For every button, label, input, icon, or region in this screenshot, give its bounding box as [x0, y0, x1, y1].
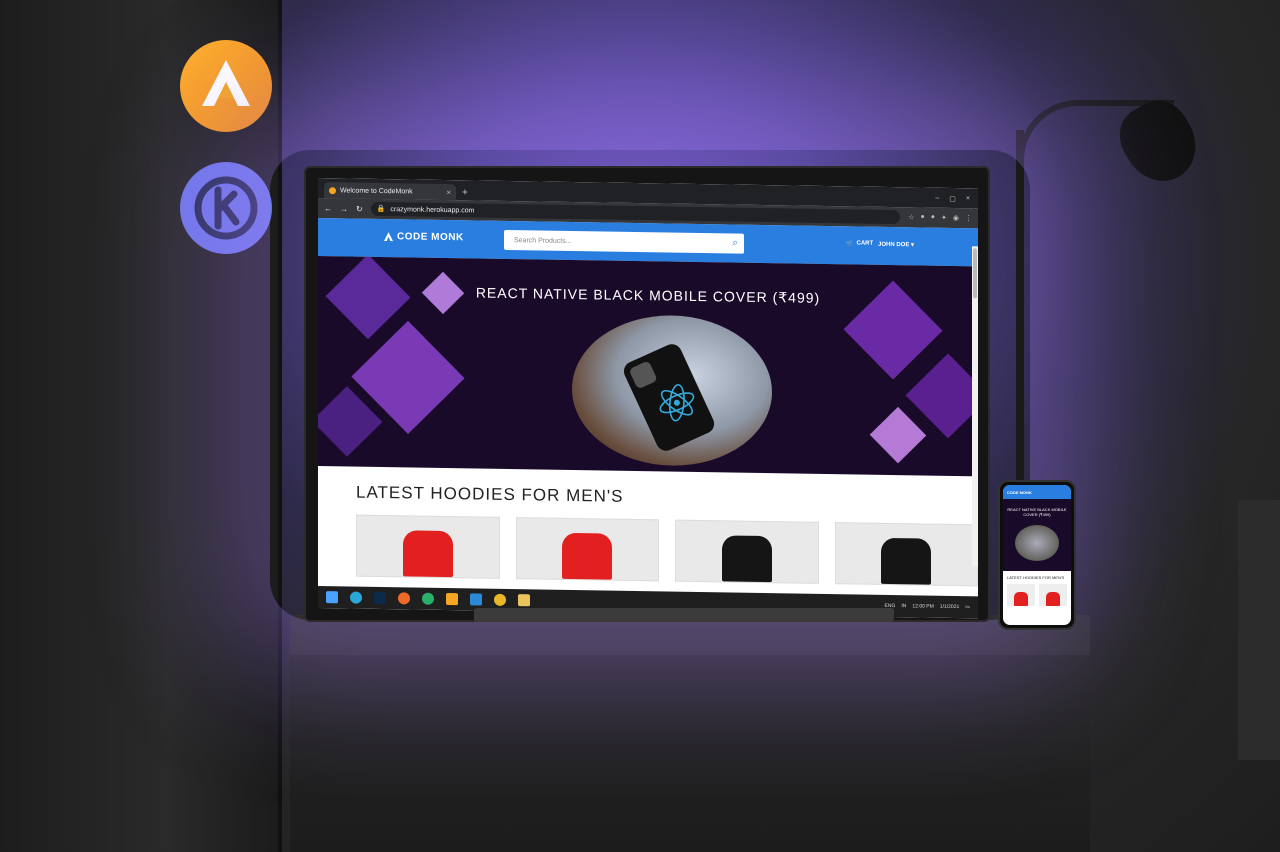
tray-time[interactable]: 12:00 PM — [912, 603, 933, 609]
vscode-icon[interactable] — [470, 593, 482, 606]
window-controls: – ▢ × — [935, 195, 978, 204]
radiator — [1238, 500, 1280, 760]
tv-frame: Welcome to CodeMonk × + – ▢ × ← → ↻ 🔒 cr… — [306, 168, 988, 620]
tray-region-code[interactable]: IN — [901, 603, 906, 609]
photoshop-express-icon[interactable] — [374, 591, 386, 605]
browser-tab[interactable]: Welcome to CodeMonk × — [324, 182, 456, 201]
windows-start-icon[interactable] — [326, 591, 338, 604]
k-circle-logo-icon — [180, 162, 272, 254]
profile-icon[interactable]: ◉ — [953, 214, 959, 222]
product-card[interactable] — [834, 522, 978, 587]
brand-logo-icon — [384, 232, 393, 242]
tray-date[interactable]: 1/1/2021 — [940, 604, 959, 610]
product-card[interactable] — [515, 517, 659, 582]
banner-title: REACT NATIVE BLACK MOBILE COVER (₹499) — [475, 284, 821, 306]
cart-label: CART — [856, 240, 874, 247]
edge-icon[interactable] — [350, 591, 362, 604]
swift-icon[interactable] — [398, 592, 410, 605]
hoodie-image — [562, 532, 613, 580]
extension-icon[interactable]: ● — [931, 214, 935, 222]
section-title: LATEST HOODIES FOR MEN'S — [356, 482, 624, 506]
tv-stand-bar — [474, 608, 894, 622]
mobile-navbar: CODE MONK — [1003, 485, 1071, 499]
user-menu[interactable]: JOHN DOE ▾ — [878, 241, 914, 249]
extension-icon[interactable]: ● — [921, 213, 925, 221]
hoodie-image — [881, 537, 932, 585]
download-icon[interactable] — [422, 592, 434, 605]
favicon-icon — [329, 186, 336, 194]
search-placeholder: Search Products... — [514, 236, 572, 245]
phone-cover — [620, 341, 718, 454]
mobile-banner-image — [1015, 525, 1059, 561]
lock-icon: 🔒 — [376, 205, 386, 214]
folder-icon[interactable] — [518, 594, 530, 607]
product-card[interactable] — [675, 519, 819, 584]
forward-icon[interactable]: → — [340, 204, 348, 213]
notification-icon[interactable]: ▭ — [965, 604, 970, 610]
hoodie-image — [1014, 592, 1028, 606]
cart-icon: 🛒 — [846, 241, 854, 248]
product-grid — [356, 514, 978, 587]
chrome-icon[interactable] — [494, 593, 506, 606]
react-logo-icon — [630, 362, 695, 422]
scrollbar-thumb[interactable] — [973, 248, 977, 299]
mobile-phone: CODE MONK REACT NATIVE BLACK MOBILE COVE… — [998, 480, 1076, 630]
maximize-button[interactable]: ▢ — [949, 195, 956, 203]
hero-banner[interactable]: REACT NATIVE BLACK MOBILE COVER (₹499) — [318, 256, 978, 477]
extensions-bar: ☆ ● ● ✦ ◉ ⋮ — [908, 213, 972, 222]
system-tray: ENG IN 12:00 PM 1/1/2021 ▭ — [885, 603, 978, 610]
mobile-banner[interactable]: REACT NATIVE BLACK MOBILE COVER (₹499) — [1003, 499, 1071, 571]
mobile-product-grid — [1003, 584, 1071, 606]
mobile-brand[interactable]: CODE MONK — [1007, 490, 1032, 495]
product-card[interactable] — [356, 514, 500, 579]
close-window-button[interactable]: × — [966, 195, 970, 203]
products-section: LATEST HOODIES FOR MEN'S — [318, 466, 978, 587]
page-scrollbar[interactable] — [972, 246, 978, 567]
puzzle-icon[interactable]: ✦ — [941, 214, 947, 222]
hoodie-image — [721, 535, 772, 583]
cart-link[interactable]: 🛒 CART — [846, 240, 873, 247]
star-icon[interactable]: ☆ — [908, 213, 914, 221]
tab-title: Welcome to CodeMonk — [340, 186, 413, 195]
mobile-banner-title: REACT NATIVE BLACK MOBILE COVER (₹499) — [1007, 507, 1067, 517]
new-tab-button[interactable]: + — [462, 187, 468, 198]
search-input[interactable]: Search Products... ⌕ — [504, 229, 744, 254]
sublime-icon[interactable] — [446, 593, 458, 606]
tab-close-icon[interactable]: × — [446, 188, 451, 197]
minimize-button[interactable]: – — [935, 195, 939, 203]
hoodie-image — [1046, 592, 1060, 606]
mobile-product-card[interactable] — [1039, 584, 1067, 606]
url-text: crazymonk.herokuapp.com — [390, 205, 475, 214]
mobile-screen: CODE MONK REACT NATIVE BLACK MOBILE COVE… — [1003, 485, 1071, 625]
atlassian-logo-icon — [180, 40, 272, 132]
browser-window: Welcome to CodeMonk × + – ▢ × ← → ↻ 🔒 cr… — [318, 178, 978, 619]
banner-product-image — [572, 313, 772, 468]
back-icon[interactable]: ← — [324, 204, 332, 213]
menu-icon[interactable]: ⋮ — [965, 214, 972, 222]
search-icon[interactable]: ⌕ — [732, 238, 738, 249]
cube-decoration — [869, 406, 927, 464]
mobile-product-card[interactable] — [1007, 584, 1035, 606]
reload-icon[interactable]: ↻ — [356, 204, 363, 213]
hoodie-image — [402, 530, 453, 578]
mobile-section-title: LATEST HOODIES FOR MEN'S — [1007, 575, 1065, 580]
brand-text: CODE MONK — [397, 231, 464, 244]
site-brand[interactable]: CODE MONK — [384, 231, 464, 243]
